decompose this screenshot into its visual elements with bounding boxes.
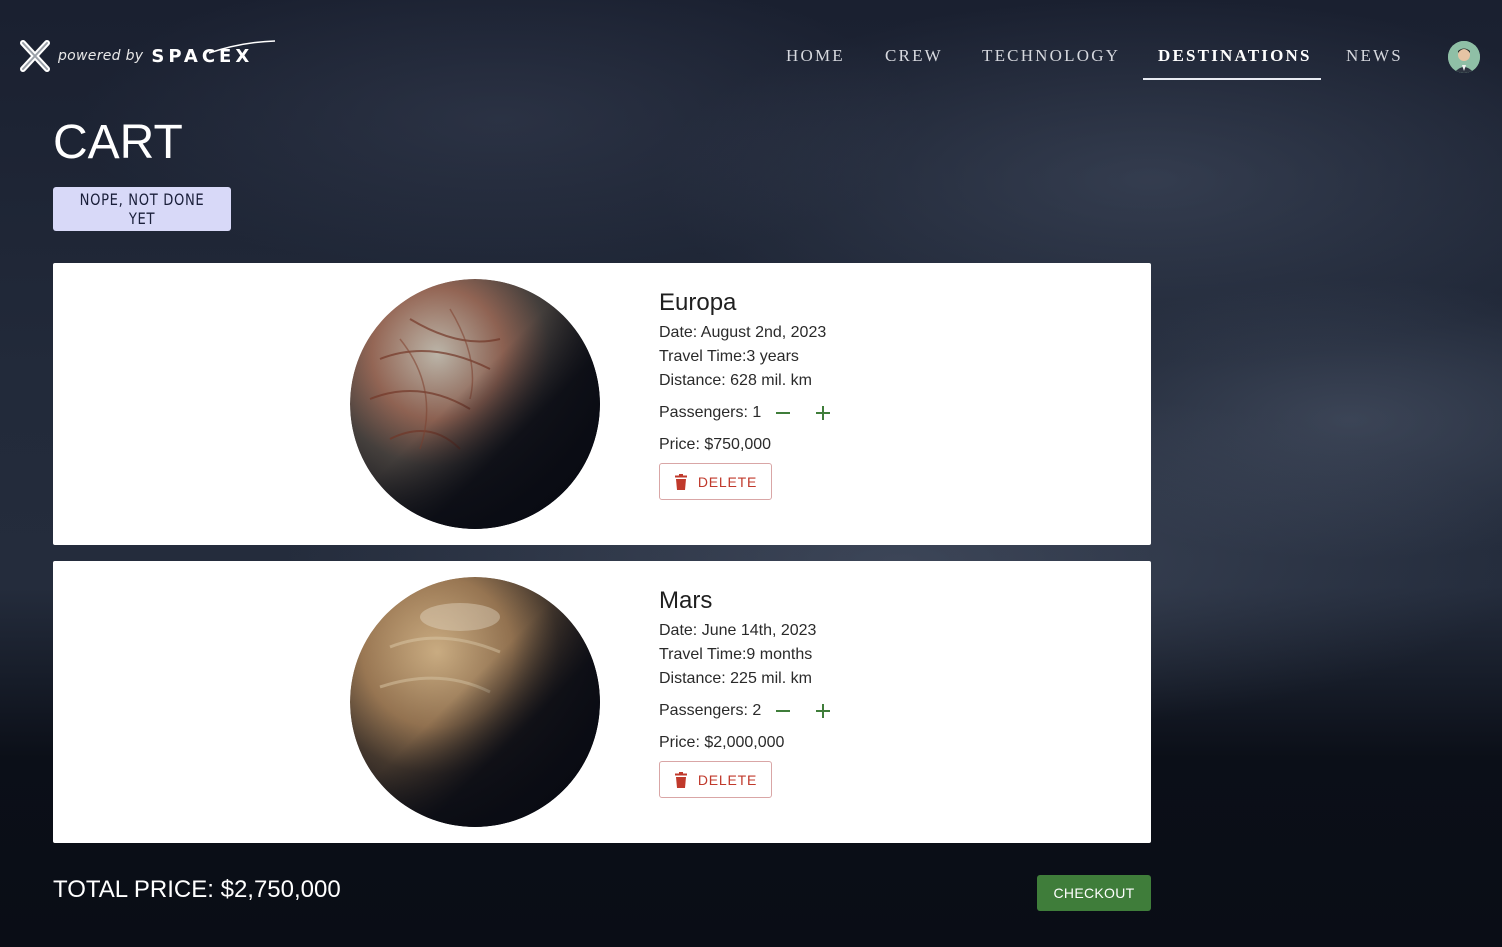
delete-button[interactable]: DELETE [659,761,772,798]
distance: Distance: 225 mil. km [659,670,812,687]
increase-passengers-button[interactable] [813,403,833,423]
planet-image-mars [350,577,600,827]
nav-destinations[interactable]: DESTINATIONS [1158,46,1312,66]
top-header: powered by SPACEX HOME CREW TECHNOLOGY D… [0,0,1502,110]
trash-icon [674,473,687,490]
destination-date: Date: August 2nd, 2023 [659,324,827,341]
item-price: Price: $2,000,000 [659,734,785,751]
nav-technology[interactable]: TECHNOLOGY [982,46,1120,66]
total-price: TOTAL PRICE: $2,750,000 [53,876,341,903]
nav-news[interactable]: NEWS [1346,46,1403,66]
destination-date: Date: June 14th, 2023 [659,622,817,639]
minus-icon [776,412,791,414]
page-title: CART [53,116,183,169]
nav-crew[interactable]: CREW [885,46,943,66]
destination-info: Europa Date: August 2nd, 2023 Travel Tim… [659,289,833,500]
user-avatar[interactable] [1448,41,1480,73]
distance: Distance: 628 mil. km [659,372,812,389]
destination-info: Mars Date: June 14th, 2023 Travel Time:9… [659,587,833,798]
delete-label: DELETE [697,771,758,788]
decrease-passengers-button[interactable] [773,403,793,423]
planet-image-europa [350,279,600,529]
minus-icon [776,710,791,712]
passengers-row: Passengers: 1 [659,401,833,425]
not-done-yet-label: NOPE, NOT DONE YET [79,190,205,228]
passengers-row: Passengers: 2 [659,699,833,723]
checkout-button[interactable]: CHECKOUT [1037,875,1151,911]
avatar-person-icon [1448,41,1480,73]
decrease-passengers-button[interactable] [773,701,793,721]
active-nav-underline [1143,78,1321,80]
travel-time: Travel Time:9 months [659,646,813,663]
nav-home[interactable]: HOME [786,46,845,66]
trash-icon [674,771,687,788]
cart-item-europa: Europa Date: August 2nd, 2023 Travel Tim… [53,263,1151,545]
passengers-count: Passengers: 2 [659,702,762,719]
cart-item-mars: Mars Date: June 14th, 2023 Travel Time:9… [53,561,1151,843]
delete-button[interactable]: DELETE [659,463,772,500]
not-done-yet-button[interactable]: NOPE, NOT DONE YET [53,187,231,231]
item-price: Price: $750,000 [659,436,772,453]
passengers-count: Passengers: 1 [659,404,762,421]
increase-passengers-button[interactable] [813,701,833,721]
plus-icon [816,704,831,718]
travel-time: Travel Time:3 years [659,348,799,365]
delete-label: DELETE [697,473,758,490]
destination-name: Europa [659,289,737,316]
destination-name: Mars [659,587,713,614]
main-nav: HOME CREW TECHNOLOGY DESTINATIONS NEWS [0,46,1502,86]
plus-icon [816,406,831,420]
